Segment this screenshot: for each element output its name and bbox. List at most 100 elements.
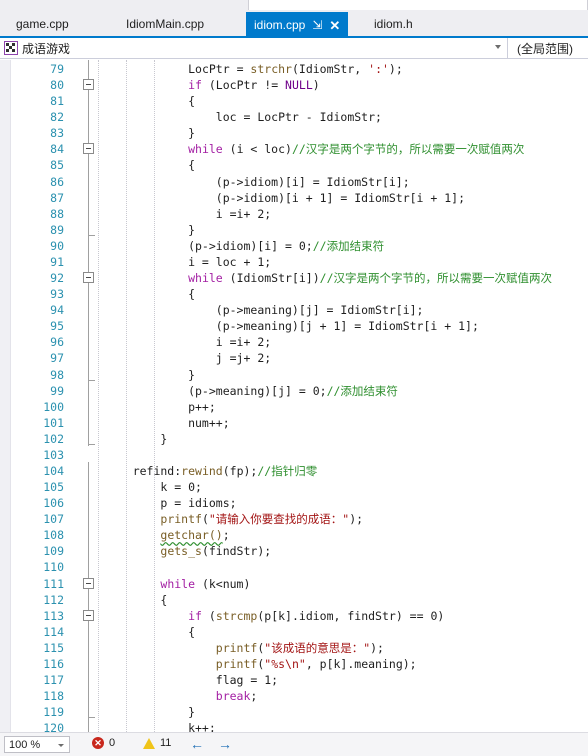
- status-bar: 100 % ✕ 0 11 ← →: [0, 732, 588, 756]
- code-line[interactable]: 111 while (k<num): [0, 576, 588, 592]
- code-line-text: k = 0;: [105, 480, 202, 495]
- code-line[interactable]: 110: [0, 559, 588, 575]
- line-number: 118: [43, 689, 64, 704]
- code-line[interactable]: 114 {: [0, 624, 588, 640]
- warning-icon: [143, 737, 155, 749]
- code-line-text: while (IdiomStr[i])//汉字是两个字节的，所以需要一次赋值两次: [188, 271, 553, 286]
- code-line[interactable]: 93 {: [0, 286, 588, 302]
- editor-tab-idiommain-cpp[interactable]: IdiomMain.cpp: [118, 12, 213, 37]
- error-count-label: 0: [109, 737, 116, 749]
- line-number: 116: [43, 656, 64, 671]
- code-line[interactable]: 99 (p->meaning)[j] = 0;//添加结束符: [0, 383, 588, 399]
- code-line-text: (p->meaning)[j] = IdiomStr[i];: [105, 303, 424, 318]
- code-line[interactable]: 96 i =i+ 2;: [0, 334, 588, 350]
- line-number: 87: [50, 190, 64, 205]
- line-number: 112: [43, 592, 64, 607]
- line-number: 113: [43, 608, 64, 623]
- editor-tab-idiom-cpp[interactable]: idiom.cpp ⇲ ✕: [246, 12, 349, 38]
- code-line[interactable]: 108 getchar();: [0, 527, 588, 543]
- editor-tab-idiom-h[interactable]: idiom.h: [366, 12, 421, 37]
- line-number: 83: [50, 126, 64, 141]
- code-line-text: {: [105, 287, 196, 302]
- code-line[interactable]: 85 {: [0, 157, 588, 173]
- code-line[interactable]: 86 (p->idiom)[i] = IdiomStr[i];: [0, 174, 588, 190]
- line-number: 79: [50, 62, 64, 76]
- code-line-text: k++;: [105, 721, 216, 732]
- code-line[interactable]: 101 num++;: [0, 415, 588, 431]
- navigate-forward-button[interactable]: →: [218, 737, 232, 751]
- line-number: 93: [50, 287, 64, 302]
- code-line-text: }: [105, 431, 168, 446]
- navigate-back-button[interactable]: ←: [190, 737, 204, 751]
- line-number: 88: [50, 206, 64, 221]
- line-number: 92: [50, 271, 64, 286]
- code-line[interactable]: 105 k = 0;: [0, 479, 588, 495]
- zoom-selector[interactable]: 100 %: [4, 736, 70, 753]
- code-line[interactable]: 98 }: [0, 367, 588, 383]
- chevron-down-icon[interactable]: [495, 45, 501, 49]
- code-line[interactable]: 107 printf("请输入你要查找的成语：");: [0, 511, 588, 527]
- code-line[interactable]: 82 loc = LocPtr - IdiomStr;: [0, 109, 588, 125]
- line-number: 85: [50, 158, 64, 173]
- code-line-text: loc = LocPtr - IdiomStr;: [105, 110, 382, 125]
- code-line[interactable]: 118 break;: [0, 688, 588, 704]
- code-line[interactable]: 92 while (IdiomStr[i])//汉字是两个字节的，所以需要一次赋…: [0, 270, 588, 286]
- scope-label: (全局范围): [517, 41, 573, 56]
- document-well: [248, 0, 588, 10]
- code-line[interactable]: 109 gets_s(findStr);: [0, 543, 588, 559]
- line-number: 98: [50, 367, 64, 382]
- code-line[interactable]: 100 p++;: [0, 399, 588, 415]
- code-line[interactable]: 87 (p->idiom)[i + 1] = IdiomStr[i + 1];: [0, 190, 588, 206]
- line-number: 105: [43, 480, 64, 495]
- code-line[interactable]: 117 flag = 1;: [0, 672, 588, 688]
- code-line-text: if (LocPtr != NULL): [188, 78, 320, 93]
- line-number: 110: [43, 560, 64, 575]
- close-icon[interactable]: ✕: [329, 13, 340, 38]
- code-line[interactable]: 104 refind:rewind(fp);//指针归零: [0, 463, 588, 479]
- code-line[interactable]: 83 }: [0, 125, 588, 141]
- code-line[interactable]: 115 printf("该成语的意思是：");: [0, 640, 588, 656]
- code-line[interactable]: 91 i = loc + 1;: [0, 254, 588, 270]
- code-line[interactable]: 97 j =j+ 2;: [0, 350, 588, 366]
- line-number: 117: [43, 673, 64, 688]
- code-line-text: (p->meaning)[j] = 0;//添加结束符: [105, 383, 398, 398]
- code-editor[interactable]: 79 LocPtr = strchr(IdiomStr, ':'); 80 if …: [0, 60, 588, 732]
- code-line-text: }: [105, 126, 196, 141]
- code-line[interactable]: 103: [0, 447, 588, 463]
- line-number: 103: [43, 447, 64, 462]
- code-line-text: getchar();: [160, 528, 230, 543]
- error-count-item[interactable]: ✕ 0: [92, 737, 115, 749]
- code-line[interactable]: 112 {: [0, 592, 588, 608]
- warning-count-item[interactable]: 11: [143, 737, 171, 749]
- code-line[interactable]: 95 (p->meaning)[j + 1] = IdiomStr[i + 1]…: [0, 318, 588, 334]
- code-line[interactable]: 84 while (i < loc)//汉字是两个字节的，所以需要一次赋值两次: [0, 141, 588, 157]
- code-line-text: refind:rewind(fp);//指针归零: [105, 464, 318, 478]
- code-line[interactable]: 89 }: [0, 222, 588, 238]
- scope-selector[interactable]: (全局范围): [509, 38, 588, 58]
- document-well-strip: [0, 0, 588, 12]
- code-line[interactable]: 120 k++;: [0, 720, 588, 732]
- code-line[interactable]: 119 }: [0, 704, 588, 720]
- line-number: 120: [43, 721, 64, 732]
- editor-tab-game-cpp[interactable]: game.cpp: [8, 12, 77, 37]
- code-line[interactable]: 79 LocPtr = strchr(IdiomStr, ':');: [0, 61, 588, 77]
- project-selector[interactable]: 成语游戏: [0, 38, 508, 58]
- code-line[interactable]: 102 }: [0, 431, 588, 447]
- code-line[interactable]: 106 p = idioms;: [0, 495, 588, 511]
- project-label: 成语游戏: [22, 41, 71, 56]
- pin-icon[interactable]: ⇲: [312, 13, 322, 38]
- code-line-text: while (k<num): [160, 576, 251, 591]
- code-line[interactable]: 113 if (strcmp(p[k].idiom, findStr) == 0…: [0, 608, 588, 624]
- code-line[interactable]: 81 {: [0, 93, 588, 109]
- code-line[interactable]: 116 printf("%s\n", p[k].meaning);: [0, 656, 588, 672]
- line-number: 106: [43, 496, 64, 511]
- chevron-down-icon[interactable]: [58, 744, 64, 747]
- code-line[interactable]: 88 i =i+ 2;: [0, 206, 588, 222]
- line-number: 119: [43, 705, 64, 720]
- code-line[interactable]: 90 (p->idiom)[i] = 0;//添加结束符: [0, 238, 588, 254]
- code-line-text: printf("%s\n", p[k].meaning);: [215, 656, 417, 671]
- code-line[interactable]: 94 (p->meaning)[j] = IdiomStr[i];: [0, 302, 588, 318]
- line-number: 82: [50, 110, 64, 125]
- code-line[interactable]: 80 if (LocPtr != NULL): [0, 77, 588, 93]
- zoom-level-label: 100 %: [9, 738, 41, 751]
